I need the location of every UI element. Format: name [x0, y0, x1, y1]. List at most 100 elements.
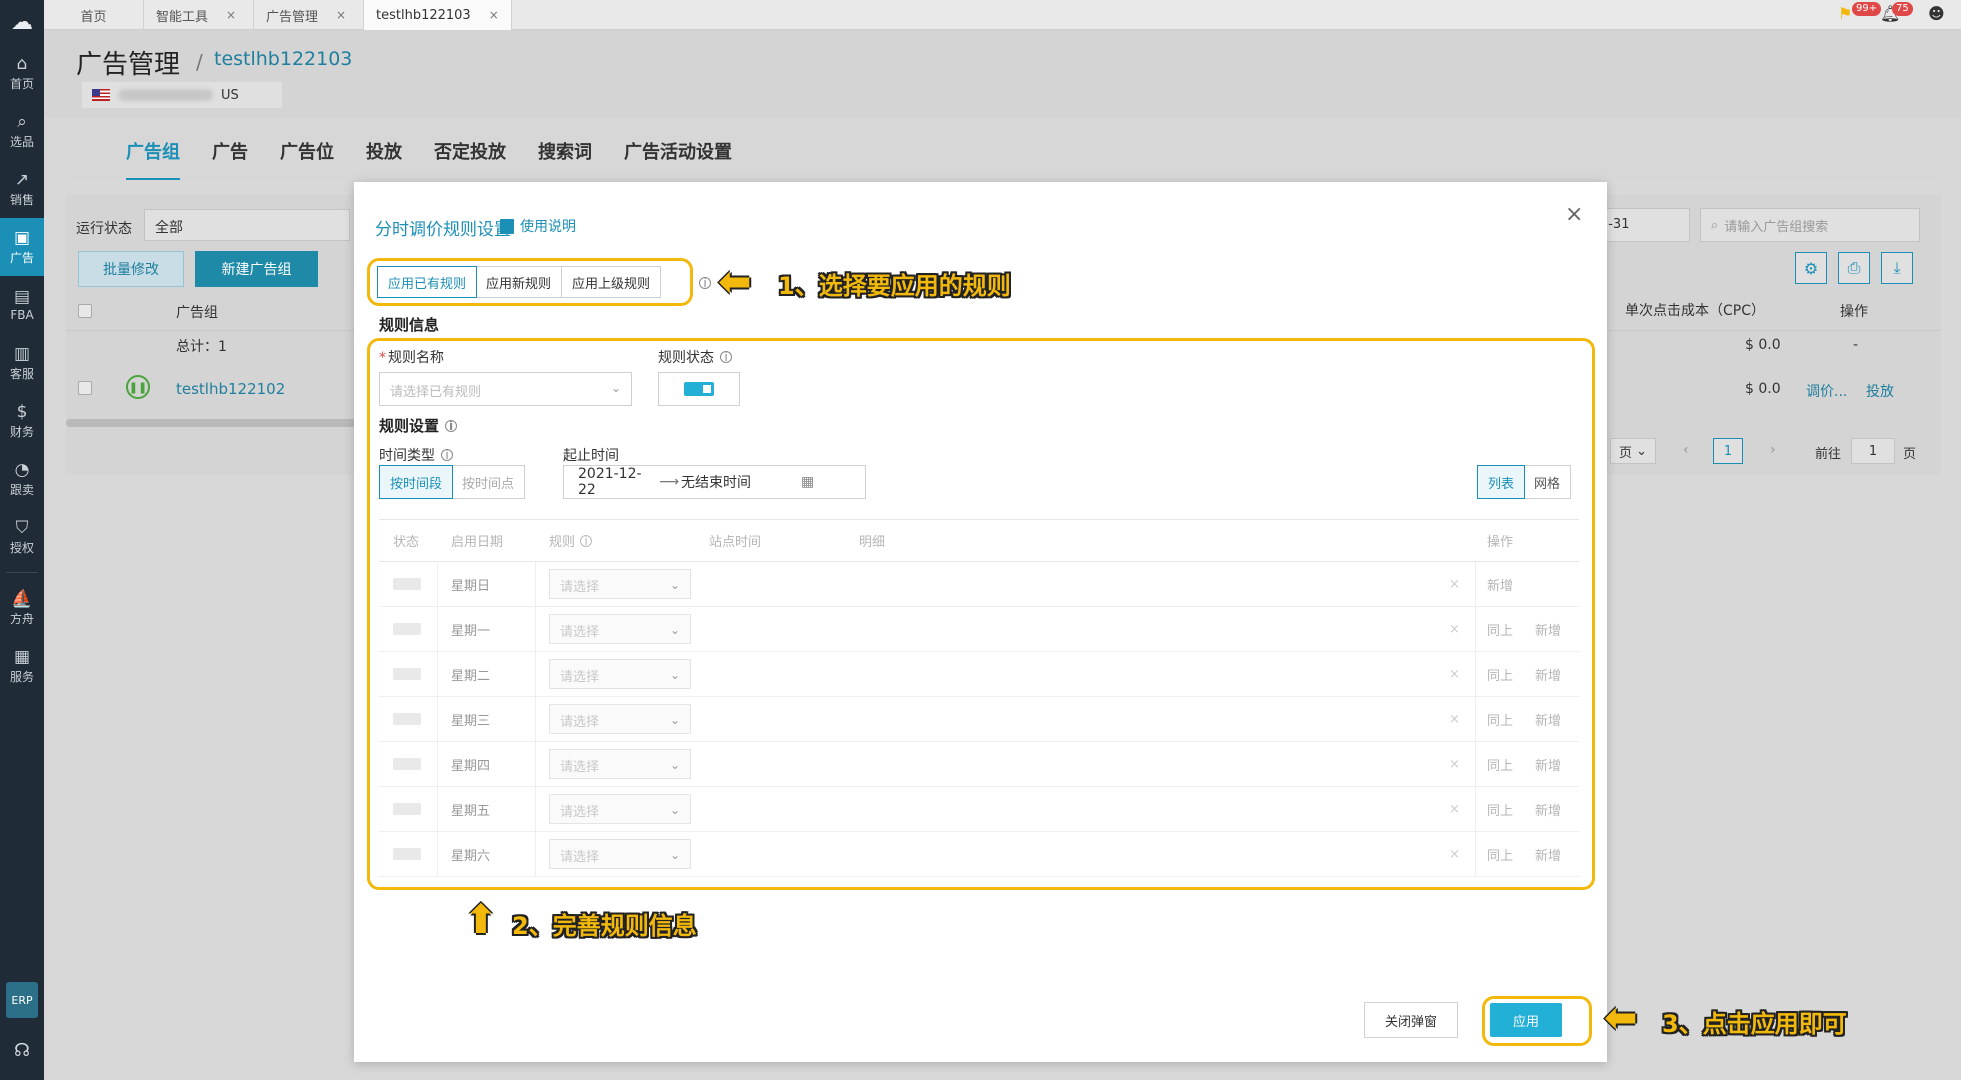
targeting-link[interactable]: 投放: [1866, 381, 1894, 401]
highlight-apply-button: [1482, 996, 1592, 1046]
page-title: 广告管理: [76, 50, 181, 80]
sidebar-item[interactable]: ⌕ 选品: [0, 102, 44, 160]
sidebar-item-label: 销售: [9, 192, 34, 207]
goto-label: 前往: [1815, 447, 1842, 462]
page-size-select[interactable]: 页 ⌄: [1610, 438, 1656, 464]
ad-group-link[interactable]: testlhb122102: [176, 380, 285, 398]
sidebar-item-label: 选品: [9, 134, 34, 149]
sidebar-item-label: 跟卖: [9, 482, 34, 497]
settings-gear-icon[interactable]: ⚙: [1795, 252, 1827, 284]
horizontal-scrollbar[interactable]: [66, 419, 356, 427]
us-flag-icon: [92, 89, 110, 101]
notification-badge: 75: [1892, 2, 1913, 16]
goto-page-input[interactable]: 1: [1851, 438, 1895, 464]
close-modal-button[interactable]: 关闭弹窗: [1364, 1002, 1458, 1038]
main-tab[interactable]: 搜索词: [538, 138, 592, 164]
sidebar-item[interactable]: ⌂ 首页: [0, 44, 44, 102]
sidebar-item-label: 首页: [9, 76, 34, 91]
close-icon[interactable]: ×: [1565, 202, 1583, 227]
ship-icon: ⛵: [11, 588, 33, 609]
headset-icon[interactable]: ☊: [0, 1040, 44, 1061]
search-placeholder: 请输入广告组搜索: [1724, 219, 1829, 235]
erp-badge[interactable]: ERP: [6, 982, 38, 1018]
breadcrumb-campaign[interactable]: testlhb122103: [214, 48, 352, 70]
current-page[interactable]: 1: [1713, 438, 1743, 464]
tab-campaign[interactable]: testlhb122103 ×: [364, 0, 512, 30]
sidebar-divider: [6, 572, 38, 573]
annotation-step1: 1、选择要应用的规则: [778, 272, 1011, 300]
sidebar-item[interactable]: ▤ FBA: [0, 276, 44, 334]
sidebar-item-label: 授权: [9, 540, 34, 555]
main-tabs-card: 广告组 广告 广告位 投放 否定投放 搜索词 广告活动设置: [66, 120, 1941, 182]
page-size-label: 页: [1618, 445, 1632, 461]
paused-status-icon[interactable]: ❚❚: [126, 375, 150, 399]
flag-icon[interactable]: ⚑ 99+: [1838, 2, 1882, 23]
arrow-up-icon: ⬆: [464, 897, 498, 943]
book-icon: [500, 218, 514, 234]
sidebar-item[interactable]: ⛉ 授权: [0, 508, 44, 566]
sidebar-item-label: 财务: [9, 424, 34, 439]
search-icon: ⌕: [1711, 217, 1719, 233]
page-header: 广告管理 / testlhb122103 US: [44, 30, 1961, 118]
sidebar-item-label: FBA: [10, 308, 34, 322]
sidebar-item[interactable]: $ 财务: [0, 392, 44, 450]
bell-icon[interactable]: 🔔︎ 75: [1880, 2, 1913, 23]
main-tab[interactable]: 广告位: [280, 138, 334, 164]
trend-icon: ↗: [14, 169, 30, 190]
main-tab[interactable]: 广告活动设置: [624, 138, 732, 164]
tab-close-icon[interactable]: ×: [336, 8, 346, 22]
row-checkbox[interactable]: [78, 381, 92, 395]
store-name-redacted: [118, 89, 213, 101]
run-status-label: 运行状态: [76, 221, 132, 237]
store-selector[interactable]: US: [82, 82, 282, 108]
sidebar-item[interactable]: ▦ 服务: [0, 637, 44, 695]
sidebar-item-label: 方舟: [9, 611, 34, 626]
arrow-left-icon: ⬅: [718, 259, 752, 305]
prev-page-icon[interactable]: ‹: [1683, 442, 1689, 458]
tab-home[interactable]: 首页: [44, 0, 144, 30]
total-ops: -: [1853, 337, 1859, 353]
logo-icon[interactable]: ☁: [0, 0, 44, 44]
new-ad-group-button[interactable]: 新建广告组: [195, 251, 318, 287]
country-label: US: [221, 87, 239, 103]
sidebar-item[interactable]: ▥ 客服: [0, 334, 44, 392]
next-page-icon[interactable]: ›: [1770, 442, 1776, 458]
tab-label: 广告管理: [266, 9, 319, 25]
shield-icon: ⛉: [15, 517, 29, 538]
main-tab[interactable]: 广告组: [126, 138, 180, 180]
search-icon: ⌕: [17, 111, 27, 132]
usage-guide-link[interactable]: 使用说明: [500, 216, 576, 236]
modal-title: 分时调价规则设置: [375, 220, 511, 240]
ad-group-search-input[interactable]: ⌕ 请输入广告组搜索: [1700, 208, 1920, 242]
sidebar-item[interactable]: ◔ 跟卖: [0, 450, 44, 508]
annotation-step2: 2、完善规则信息: [512, 912, 697, 940]
print-icon[interactable]: ⎙: [1838, 252, 1870, 284]
breadcrumb-separator: /: [196, 50, 203, 74]
user-icon[interactable]: ☻: [1928, 4, 1945, 23]
sidebar-item[interactable]: ⛵ 方舟: [0, 579, 44, 637]
tab-close-icon[interactable]: ×: [226, 8, 236, 22]
main-tab[interactable]: 广告: [212, 138, 248, 164]
service-icon: ▦: [13, 646, 31, 667]
sidebar-item[interactable]: ▣ 广告: [0, 218, 44, 276]
main-tab[interactable]: 投放: [366, 138, 402, 164]
info-icon[interactable]: i: [699, 277, 711, 289]
download-icon[interactable]: ⤓: [1881, 252, 1913, 284]
main-tab[interactable]: 否定投放: [434, 138, 506, 164]
total-cpc: $ 0.0: [1745, 337, 1781, 353]
tab-ad-management[interactable]: 广告管理 ×: [254, 0, 364, 30]
sidebar-item[interactable]: ↗ 销售: [0, 160, 44, 218]
dollar-icon: $: [16, 401, 28, 422]
tab-label: testlhb122103: [376, 7, 471, 23]
sidebar-item-label: 客服: [9, 366, 34, 381]
page-tab-bar: 首页 智能工具 × 广告管理 × testlhb122103 ×: [44, 0, 1961, 30]
tab-close-icon[interactable]: ×: [489, 8, 499, 22]
total-label: 总计：1: [176, 339, 227, 355]
sidebar-item-label: 广告: [9, 250, 34, 265]
select-all-checkbox[interactable]: [78, 304, 92, 318]
tab-label: 智能工具: [156, 9, 209, 25]
batch-edit-button[interactable]: 批量修改: [78, 251, 184, 287]
tab-smart-tools[interactable]: 智能工具 ×: [144, 0, 254, 30]
run-status-select[interactable]: 全部: [144, 209, 350, 241]
adjust-price-link[interactable]: 调价...: [1806, 381, 1847, 401]
